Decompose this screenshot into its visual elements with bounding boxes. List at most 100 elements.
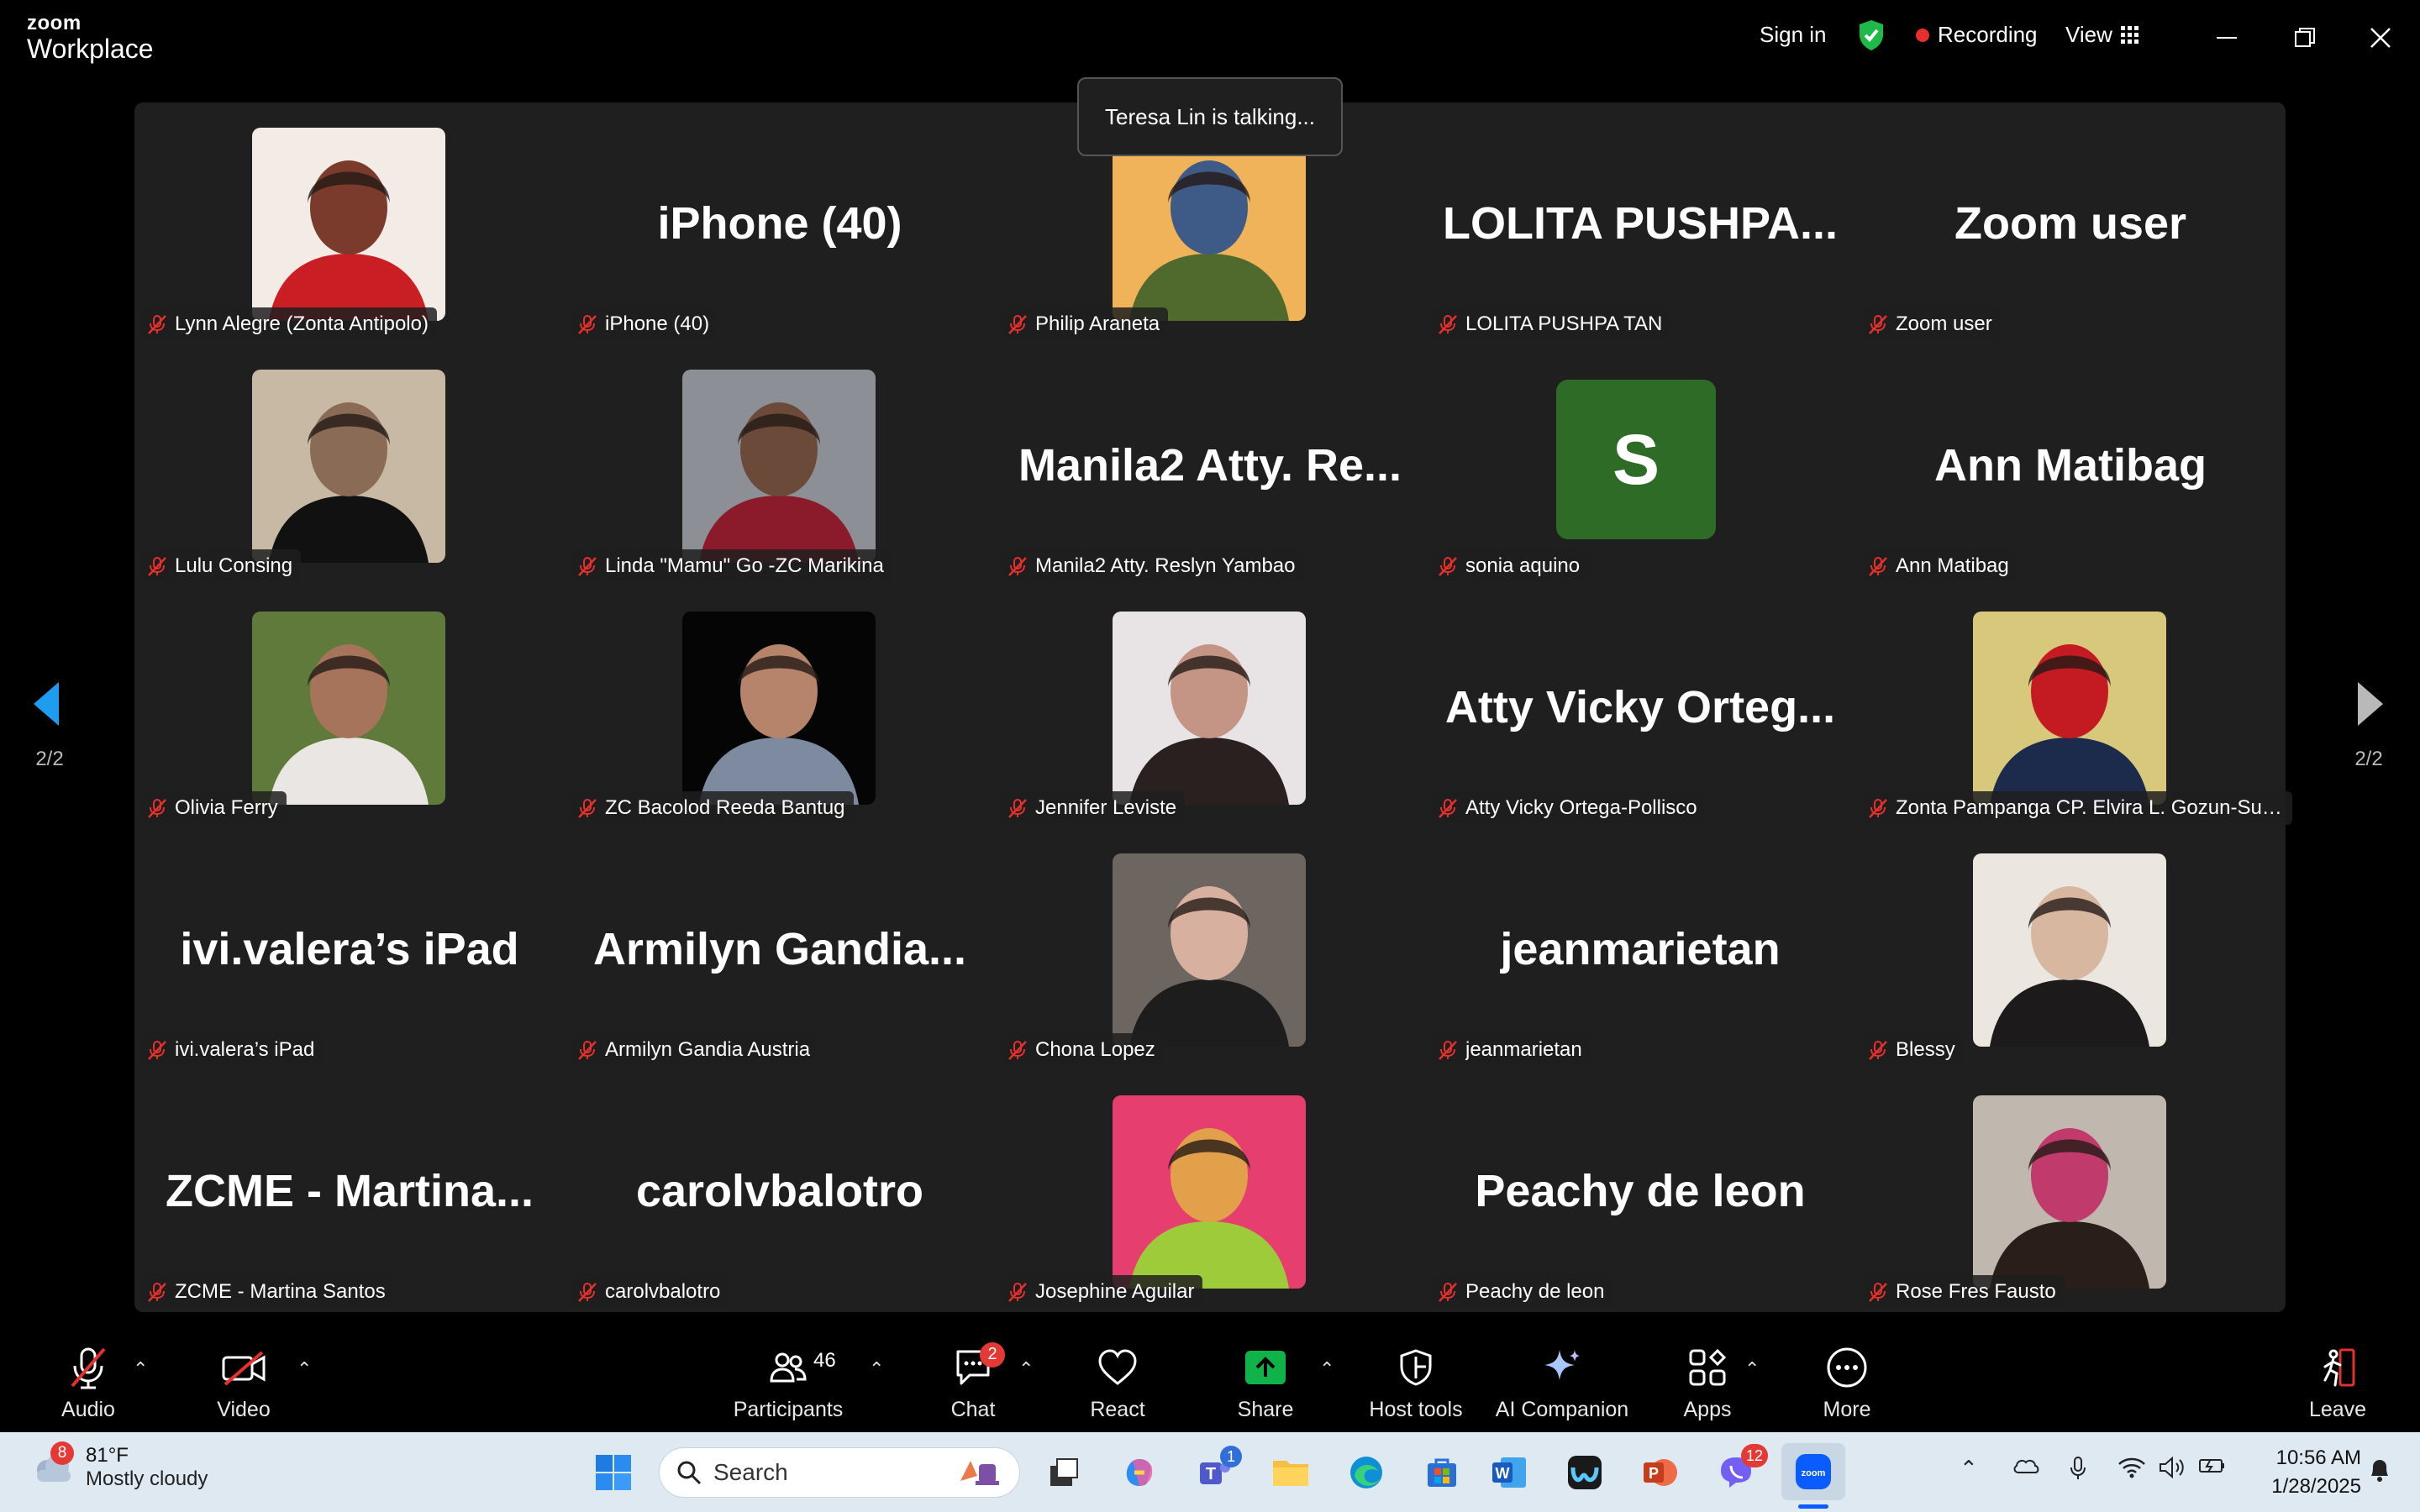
muted-mic-icon	[1008, 557, 1027, 576]
video-button[interactable]: Video	[210, 1331, 277, 1432]
tray-overflow-chevron-icon[interactable]: ⌃	[1960, 1456, 1978, 1482]
share-options-chevron-icon[interactable]: ⌃	[1319, 1358, 1339, 1379]
participant-name: ZCME - Martina Santos	[175, 1280, 386, 1303]
windows-start-icon[interactable]	[588, 1447, 639, 1498]
previous-page-button[interactable]	[30, 679, 64, 733]
volume-icon[interactable]	[2158, 1456, 2186, 1485]
teams-icon[interactable]: T 1	[1190, 1446, 1242, 1498]
chat-options-chevron-icon[interactable]: ⌃	[1018, 1358, 1039, 1379]
participant-video	[1113, 612, 1306, 805]
video-options-chevron-icon[interactable]: ⌃	[297, 1358, 317, 1379]
participant-tile[interactable]: iPhone (40) iPhone (40)	[565, 102, 995, 344]
participant-tile[interactable]: Lynn Alegre (Zonta Antipolo)	[134, 102, 565, 344]
more-button[interactable]: More	[1813, 1331, 1881, 1432]
cloud-icon: 8	[29, 1441, 74, 1490]
task-view-icon[interactable]	[1039, 1447, 1089, 1498]
participant-tile[interactable]: jeanmarietan jeanmarietan	[1425, 828, 1855, 1070]
participant-name: ivi.valera’s iPad	[175, 1038, 315, 1061]
participant-tile[interactable]: Armilyn Gandia... Armilyn Gandia Austria	[565, 828, 995, 1070]
powerpoint-icon[interactable]: P	[1635, 1447, 1686, 1498]
file-explorer-icon[interactable]	[1265, 1447, 1316, 1498]
participant-tile[interactable]: Zoom user Zoom user	[1855, 102, 2286, 344]
webex-icon[interactable]	[1560, 1447, 1610, 1498]
participant-name: jeanmarietan	[1465, 1038, 1582, 1061]
chat-button[interactable]: 2 Chat	[939, 1331, 1007, 1432]
microphone-icon[interactable]	[2069, 1456, 2087, 1487]
participant-name: Peachy de leon	[1465, 1280, 1605, 1303]
participant-name: Lulu Consing	[175, 554, 293, 577]
apps-options-chevron-icon[interactable]: ⌃	[1744, 1358, 1765, 1379]
view-button[interactable]: View	[2065, 22, 2139, 48]
close-button[interactable]	[2360, 18, 2402, 57]
onedrive-icon[interactable]	[2012, 1456, 2040, 1482]
participant-tile[interactable]: ZCME - Martina... ZCME - Martina Santos	[134, 1070, 565, 1312]
participant-tile[interactable]: Rose Fres Fausto	[1855, 1070, 2286, 1312]
participant-tile[interactable]: Manila2 Atty. Re... Manila2 Atty. Reslyn …	[995, 344, 1425, 586]
participant-video	[252, 370, 445, 563]
participant-tile[interactable]: Blessy	[1855, 828, 2286, 1070]
security-shield-icon[interactable]	[1857, 18, 1886, 52]
participant-tile[interactable]: Lulu Consing	[134, 344, 565, 586]
audio-options-chevron-icon[interactable]: ⌃	[133, 1358, 153, 1379]
store-icon[interactable]	[1417, 1447, 1467, 1498]
participant-tile[interactable]: carolvbalotro carolvbalotro	[565, 1070, 995, 1312]
participant-tile[interactable]: Peachy de leon Peachy de leon	[1425, 1070, 1855, 1312]
react-button[interactable]: React	[1084, 1331, 1151, 1432]
participant-tile[interactable]: LOLITA PUSHPA... LOLITA PUSHPA TAN	[1425, 102, 1855, 344]
participant-name-tag: Blessy	[1862, 1033, 1964, 1067]
svg-text:zoom: zoom	[1802, 1468, 1826, 1478]
svg-text:W: W	[1496, 1465, 1510, 1482]
muted-mic-icon	[148, 557, 166, 576]
wifi-icon[interactable]	[2118, 1456, 2146, 1485]
participant-tile[interactable]: Josephine Aguilar	[995, 1070, 1425, 1312]
viber-badge: 12	[1741, 1444, 1768, 1467]
participant-name-tag: Josephine Aguilar	[1002, 1275, 1203, 1309]
weather-widget[interactable]: 8 81°F Mostly cloudy	[29, 1441, 208, 1491]
participant-name-tag: Jennifer Leviste	[1002, 791, 1186, 825]
participant-name-tag: Zonta Pampanga CP. Elvira L. Gozun-Sum..…	[1862, 791, 2292, 825]
participant-tile[interactable]: Chona Lopez	[995, 828, 1425, 1070]
taskbar-search[interactable]: Search	[659, 1447, 1020, 1498]
participant-tile[interactable]: Linda "Mamu" Go -ZC Marikina	[565, 344, 995, 586]
battery-icon[interactable]	[2198, 1456, 2227, 1482]
participant-name-tag: ivi.valera’s iPad	[141, 1033, 324, 1067]
participants-options-chevron-icon[interactable]: ⌃	[869, 1358, 889, 1379]
audio-button[interactable]: Audio	[52, 1331, 124, 1432]
leave-button[interactable]: Leave	[2304, 1331, 2371, 1432]
viber-icon[interactable]: 12	[1711, 1444, 1768, 1498]
minimize-button[interactable]	[2206, 18, 2248, 57]
edge-icon[interactable]	[1341, 1447, 1392, 1498]
participant-tile[interactable]: Atty Vicky Orteg... Atty Vicky Ortega-Pol…	[1425, 586, 1855, 828]
muted-mic-icon	[1008, 1283, 1027, 1302]
ai-companion-button[interactable]: AI Companion	[1492, 1331, 1632, 1432]
system-clock[interactable]: 10:56 AM 1/28/2025	[2252, 1444, 2361, 1501]
zoom-taskbar-icon[interactable]: zoom	[1781, 1443, 1845, 1500]
share-button[interactable]: Share	[1232, 1331, 1299, 1432]
teams-badge: 1	[1220, 1446, 1242, 1467]
weather-badge: 8	[50, 1441, 74, 1465]
participant-tile[interactable]: ZC Bacolod Reeda Bantug	[565, 586, 995, 828]
muted-mic-icon	[148, 1283, 166, 1302]
apps-button[interactable]: Apps	[1674, 1331, 1741, 1432]
weather-condition: Mostly cloudy	[86, 1467, 208, 1490]
next-page-button[interactable]	[2353, 679, 2386, 733]
search-highlight-icon	[960, 1461, 999, 1485]
participant-tile[interactable]: Zonta Pampanga CP. Elvira L. Gozun-Sum..…	[1855, 586, 2292, 828]
copilot-icon[interactable]	[1114, 1447, 1165, 1498]
participant-tile[interactable]: ivi.valera’s iPad ivi.valera’s iPad	[134, 828, 565, 1070]
participant-name-tag: Ann Matibag	[1862, 549, 2018, 583]
logo-large-text: Workplace	[27, 34, 154, 64]
notification-bell-icon[interactable]	[2368, 1457, 2391, 1488]
participant-video	[682, 612, 876, 805]
participants-button[interactable]: 46 Participants	[731, 1331, 845, 1432]
muted-mic-icon	[1439, 315, 1457, 334]
recording-indicator[interactable]: Recording	[1916, 22, 2038, 48]
word-icon[interactable]: W	[1484, 1447, 1534, 1498]
participant-tile[interactable]: Olivia Ferry	[134, 586, 565, 828]
participant-tile[interactable]: Ann Matibag Ann Matibag	[1855, 344, 2286, 586]
restore-button[interactable]	[2284, 18, 2326, 57]
host-tools-button[interactable]: Host tools	[1361, 1331, 1470, 1432]
participant-tile[interactable]: Ssonia aquino	[1425, 344, 1855, 586]
participant-tile[interactable]: Jennifer Leviste	[995, 586, 1425, 828]
sign-in-button[interactable]: Sign in	[1760, 22, 1827, 48]
